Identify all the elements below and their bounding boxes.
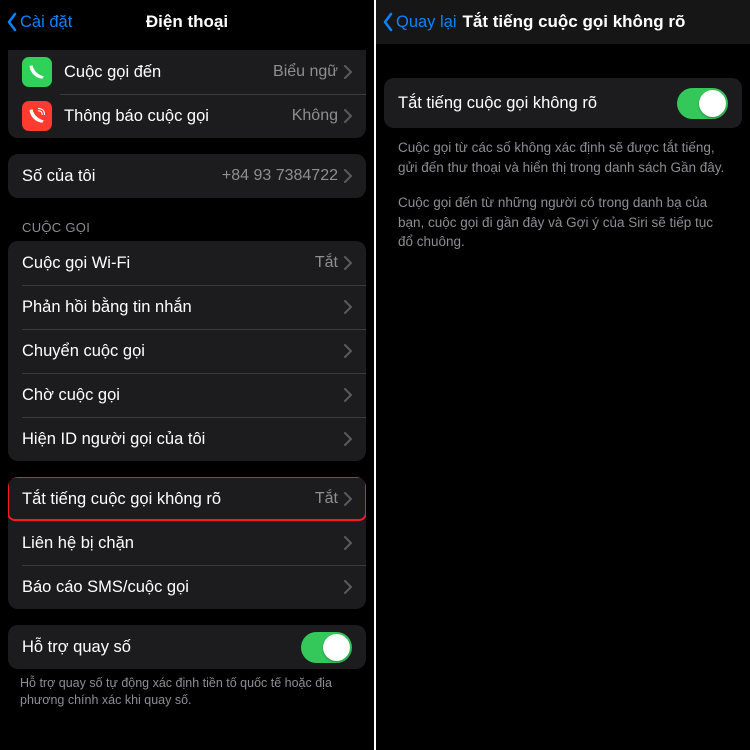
chevron-right-icon (344, 65, 352, 79)
row-detail: Tắt (315, 490, 338, 508)
chevron-right-icon (344, 300, 352, 314)
row-sms-report[interactable]: Báo cáo SMS/cuộc gọi (8, 565, 366, 609)
row-label: Hỗ trợ quay số (22, 638, 301, 657)
row-detail: Biểu ngữ (273, 63, 338, 81)
chevron-right-icon (344, 256, 352, 270)
row-my-number[interactable]: Số của tôi +84 93 7384722 (8, 154, 366, 198)
row-label: Số của tôi (22, 167, 222, 186)
chevron-right-icon (344, 388, 352, 402)
chevron-right-icon (344, 109, 352, 123)
row-label: Tắt tiếng cuộc gọi không rõ (398, 94, 677, 113)
row-label: Chờ cuộc gọi (22, 386, 344, 405)
row-call-forwarding[interactable]: Chuyển cuộc gọi (8, 329, 366, 373)
row-wifi-calling[interactable]: Cuộc gọi Wi-Fi Tắt (8, 241, 366, 285)
chevron-left-icon (382, 12, 394, 32)
chevron-right-icon (344, 432, 352, 446)
row-label: Tắt tiếng cuộc gọi không rõ (22, 490, 315, 509)
navbar-right: Quay lại Tắt tiếng cuộc gọi không rõ (376, 0, 750, 44)
back-label: Quay lại (396, 13, 457, 32)
row-dial-assist[interactable]: Hỗ trợ quay số (8, 625, 366, 669)
row-announce-calls[interactable]: Thông báo cuộc gọi Không (8, 94, 366, 138)
row-caller-id[interactable]: Hiện ID người gọi của tôi (8, 417, 366, 461)
chevron-right-icon (344, 169, 352, 183)
row-respond-text[interactable]: Phản hồi bằng tin nhắn (8, 285, 366, 329)
row-detail: Tắt (315, 254, 338, 272)
row-label: Thông báo cuộc gọi (64, 107, 292, 126)
dial-assist-toggle[interactable] (301, 632, 352, 663)
chevron-right-icon (344, 344, 352, 358)
back-button[interactable]: Quay lại (382, 12, 457, 32)
row-label: Cuộc gọi Wi-Fi (22, 254, 315, 273)
row-blocked-contacts[interactable]: Liên hệ bị chặn (8, 521, 366, 565)
description-text: Cuộc gọi từ các số không xác định sẽ đượ… (376, 128, 750, 177)
description-text: Cuộc gọi đến từ những người có trong dan… (376, 177, 750, 252)
row-label: Báo cáo SMS/cuộc gọi (22, 578, 344, 597)
silence-unknown-toggle[interactable] (677, 88, 728, 119)
row-detail: +84 93 7384722 (222, 167, 338, 185)
row-silence-toggle[interactable]: Tắt tiếng cuộc gọi không rõ (384, 78, 742, 128)
navbar-left: Cài đặt Điện thoại (0, 0, 374, 44)
chevron-right-icon (344, 492, 352, 506)
row-label: Hiện ID người gọi của tôi (22, 430, 344, 449)
row-label: Chuyển cuộc gọi (22, 342, 344, 361)
row-label: Liên hệ bị chặn (22, 534, 344, 553)
row-silence-unknown[interactable]: Tắt tiếng cuộc gọi không rõ Tắt (8, 477, 366, 521)
chevron-right-icon (344, 580, 352, 594)
chevron-right-icon (344, 536, 352, 550)
back-label: Cài đặt (20, 13, 72, 32)
back-button[interactable]: Cài đặt (6, 12, 72, 32)
row-call-waiting[interactable]: Chờ cuộc gọi (8, 373, 366, 417)
row-detail: Không (292, 107, 338, 125)
row-incoming-calls[interactable]: Cuộc gọi đến Biểu ngữ (8, 50, 366, 94)
section-header-calls: CUỘC GỌI (0, 198, 374, 241)
chevron-left-icon (6, 12, 18, 32)
page-title: Tắt tiếng cuộc gọi không rõ (463, 12, 686, 32)
phone-incoming-icon (22, 57, 52, 87)
phone-announce-icon (22, 101, 52, 131)
row-label: Cuộc gọi đến (64, 63, 273, 82)
dial-assist-footer: Hỗ trợ quay số tự động xác định tiền tố … (0, 669, 374, 709)
row-label: Phản hồi bằng tin nhắn (22, 298, 344, 317)
